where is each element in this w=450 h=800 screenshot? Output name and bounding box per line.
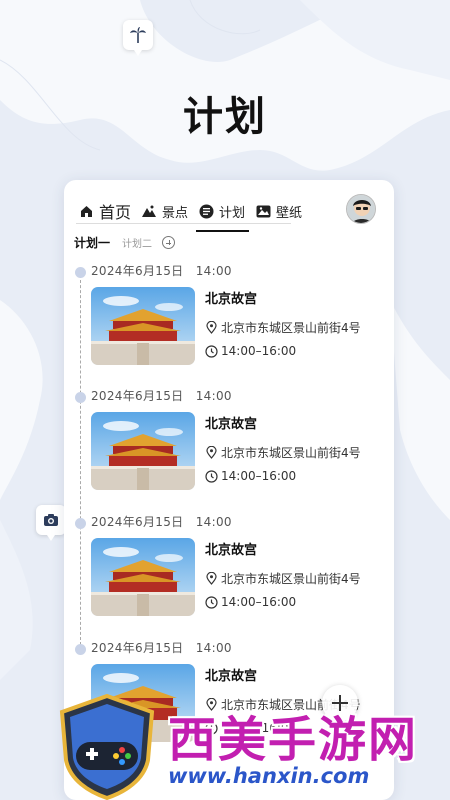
tab-home-label: 首页: [99, 203, 132, 222]
entry-address: 北京市东城区景山前街4号: [221, 321, 361, 335]
timeline-dot: [75, 267, 86, 278]
entry-time: 14:00–16:00: [221, 595, 297, 609]
tab-home[interactable]: 首页: [78, 196, 131, 226]
watermark-url: www.hanxin.com: [168, 764, 370, 788]
tab-plan-label: 计划: [219, 205, 246, 221]
entry-place: 北京故宫: [205, 417, 258, 432]
tab-divider: [76, 223, 291, 224]
clock-icon: [205, 344, 218, 358]
entry-time-row: 14:00–16:00: [205, 595, 296, 609]
camera-icon: [44, 514, 58, 526]
plan-subtabs: 计划一 计划二: [74, 234, 176, 251]
entry-time: 14:00–16:00: [221, 344, 297, 358]
avatar[interactable]: [346, 194, 376, 224]
location-pin-icon: [205, 446, 218, 459]
watermark-text: 西美手游网: [168, 712, 419, 768]
wallpaper-icon: [255, 203, 271, 219]
timeline-line: [80, 270, 81, 650]
map-pin-camera[interactable]: [36, 505, 66, 541]
entry-address-row: 北京市东城区景山前街4号: [205, 319, 361, 336]
mountain-icon: [141, 203, 157, 219]
entry-time: 14:00–16:00: [221, 469, 297, 483]
tab-attractions[interactable]: 景点: [141, 196, 188, 226]
entry-time-row: 14:00–16:00: [205, 344, 296, 358]
location-pin-icon: [205, 321, 218, 334]
entry-address: 北京市东城区景山前街4号: [221, 446, 361, 460]
plan-tab-1[interactable]: 计划一: [74, 234, 110, 251]
entry-datetime: 2024年6月15日 14:00: [91, 515, 232, 529]
plan-icon: [198, 203, 214, 219]
timeline-dot: [75, 644, 86, 655]
clock-icon: [205, 595, 218, 609]
clock-icon: [205, 469, 218, 483]
entry-datetime: 2024年6月15日 14:00: [91, 389, 232, 403]
home-icon: [78, 203, 94, 219]
tab-wallpaper-label: 壁纸: [276, 205, 303, 221]
gamepad-shield-logo: [59, 693, 155, 800]
entry-address-row: 北京市东城区景山前街4号: [205, 570, 361, 587]
nav-tabs: 首页 景点 计划 壁纸: [78, 196, 312, 232]
entry-datetime: 2024年6月15日 14:00: [91, 641, 232, 655]
add-plan-icon[interactable]: [162, 236, 176, 249]
entry-address: 北京市东城区景山前街4号: [221, 572, 361, 586]
entry-thumbnail[interactable]: [91, 412, 195, 490]
timeline-dot: [75, 518, 86, 529]
tab-plan[interactable]: 计划: [196, 196, 250, 232]
plan-tab-2[interactable]: 计划二: [122, 235, 152, 250]
tab-attractions-label: 景点: [162, 205, 189, 221]
entry-place: 北京故宫: [205, 669, 258, 684]
timeline-dot: [75, 392, 86, 403]
map-pin-tree[interactable]: [123, 20, 153, 56]
entry-thumbnail[interactable]: [91, 538, 195, 616]
palm-tree-icon: [130, 27, 146, 43]
location-pin-icon: [205, 572, 218, 585]
entry-place: 北京故宫: [205, 543, 258, 558]
entry-address-row: 北京市东城区景山前街4号: [205, 444, 361, 461]
watermark: 西美手游网 www.hanxin.com: [50, 690, 450, 800]
tab-wallpaper[interactable]: 壁纸: [255, 196, 302, 226]
entry-thumbnail[interactable]: [91, 287, 195, 365]
entry-time-row: 14:00–16:00: [205, 469, 296, 483]
entry-datetime: 2024年6月15日 14:00: [91, 264, 232, 278]
page-title: 计划: [183, 94, 267, 140]
entry-place: 北京故宫: [205, 292, 258, 307]
